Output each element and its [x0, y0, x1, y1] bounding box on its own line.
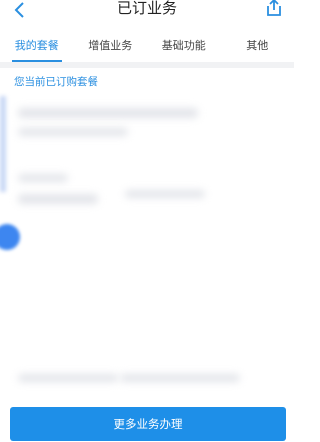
- app-header: 已订业务: [0, 0, 294, 26]
- blurred-line: [18, 194, 98, 204]
- page-title: 已订业务: [116, 0, 177, 17]
- blurred-line: [18, 174, 68, 182]
- more-business-button[interactable]: 更多业务办理: [10, 407, 286, 441]
- blurred-line: [18, 374, 118, 382]
- share-icon[interactable]: [264, 0, 284, 18]
- section-divider: [0, 62, 294, 68]
- tab-bar: 我的套餐 增值业务 基础功能 其他: [0, 32, 294, 62]
- tab-other[interactable]: 其他: [221, 32, 295, 62]
- blurred-plan-details: [0, 94, 294, 394]
- blurred-line: [125, 190, 205, 198]
- section-label: 您当前已订购套餐: [14, 76, 98, 88]
- blurred-line: [120, 374, 240, 382]
- blurred-line: [18, 128, 128, 136]
- tab-value-added[interactable]: 增值业务: [74, 32, 148, 62]
- tab-basic-functions[interactable]: 基础功能: [147, 32, 221, 62]
- side-strip: [0, 96, 6, 192]
- blurred-line: [18, 108, 198, 118]
- tab-my-plan[interactable]: 我的套餐: [0, 32, 74, 62]
